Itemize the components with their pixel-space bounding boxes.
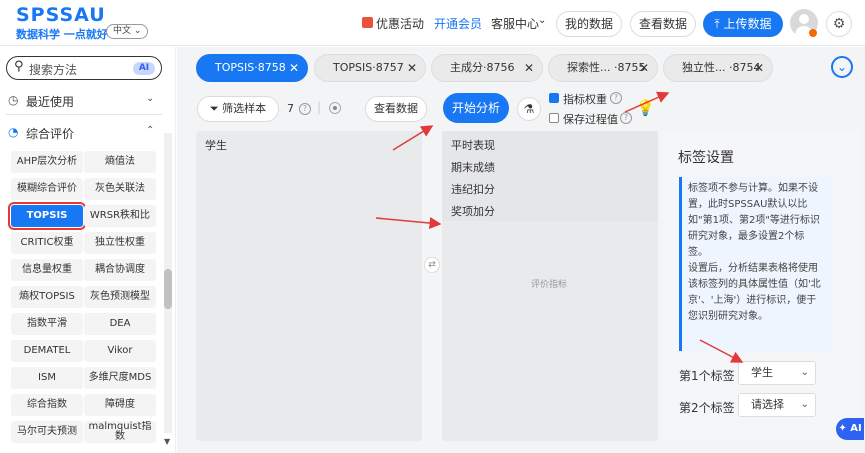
annotation-arrows bbox=[375, 91, 744, 363]
arrow-to-weight bbox=[624, 91, 670, 113]
arrow-to-run bbox=[392, 125, 434, 151]
arrow-to-panel bbox=[375, 217, 442, 229]
arrow-to-label bbox=[699, 339, 744, 363]
